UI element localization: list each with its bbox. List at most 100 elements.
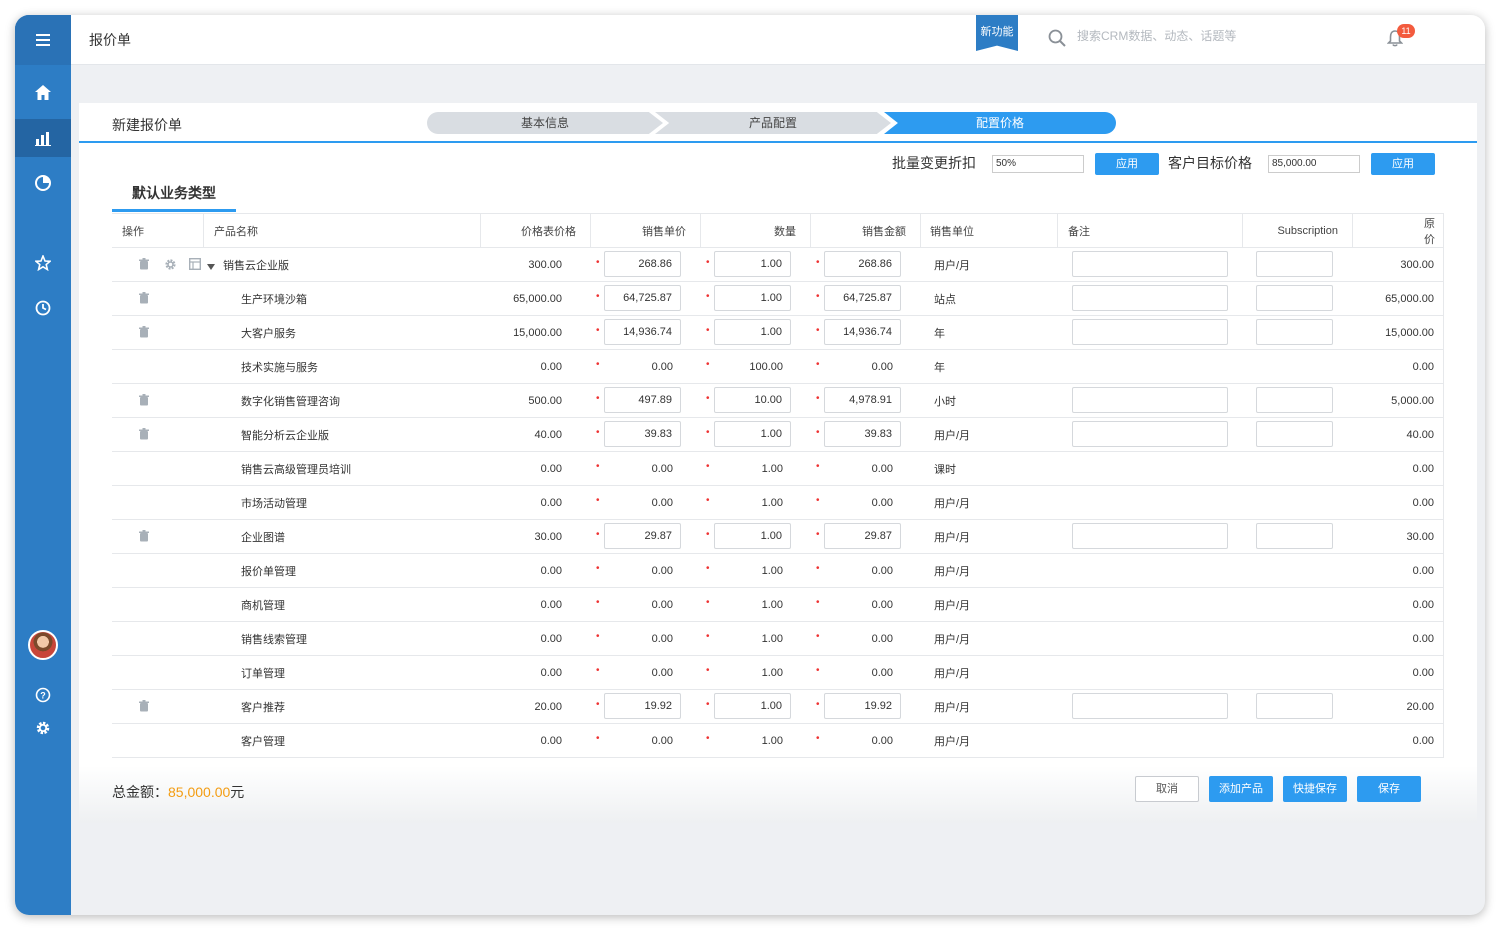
quantity-input[interactable]: 1.00 xyxy=(714,251,791,277)
unit-price-input[interactable]: 39.83 xyxy=(604,421,681,447)
search-icon[interactable] xyxy=(1048,29,1066,47)
sidebar-item-reports[interactable] xyxy=(15,119,71,157)
required-marker: • xyxy=(706,461,710,472)
list-price: 65,000.00 xyxy=(513,292,562,305)
subscription-input[interactable] xyxy=(1256,387,1333,413)
quantity: 1.00 xyxy=(761,564,783,577)
table-row: 智能分析云企业版 40.00 • • • 39.83 1.00 39.83 用户/月 40.00 xyxy=(112,418,1443,452)
unit-price-input[interactable]: 268.86 xyxy=(604,251,681,277)
subscription-input[interactable] xyxy=(1256,251,1333,277)
required-marker: • xyxy=(706,325,710,336)
required-marker: • xyxy=(596,563,600,574)
delete-icon[interactable] xyxy=(138,326,150,341)
required-marker: • xyxy=(816,665,820,676)
original-price: 300.00 xyxy=(1400,258,1434,271)
subscription-input[interactable] xyxy=(1256,523,1333,549)
step-product-config[interactable]: 产品配置 xyxy=(655,112,891,134)
sidebar-item-favorites[interactable] xyxy=(15,244,71,282)
quantity-input[interactable]: 1.00 xyxy=(714,693,791,719)
add-product-button[interactable]: 添加产品 xyxy=(1209,776,1273,802)
search-input[interactable] xyxy=(1077,29,1327,43)
delete-icon[interactable] xyxy=(138,292,150,307)
list-price: 40.00 xyxy=(534,428,562,441)
original-price: 0.00 xyxy=(1412,496,1434,509)
new-feature-ribbon[interactable]: 新功能 xyxy=(976,15,1018,51)
remarks-input[interactable] xyxy=(1072,319,1228,345)
cancel-button[interactable]: 取消 xyxy=(1135,776,1199,802)
subscription-input[interactable] xyxy=(1256,693,1333,719)
subscription-input[interactable] xyxy=(1256,319,1333,345)
quantity-input[interactable]: 1.00 xyxy=(714,319,791,345)
delete-icon[interactable] xyxy=(138,700,150,715)
sidebar-item-home[interactable] xyxy=(15,73,71,111)
required-marker: • xyxy=(816,699,820,710)
unit-price-input[interactable]: 64,725.87 xyxy=(604,285,681,311)
quantity: 1.00 xyxy=(761,632,783,645)
quantity: 1.00 xyxy=(761,734,783,747)
bundle-table-icon[interactable] xyxy=(188,257,202,273)
original-price: 40.00 xyxy=(1406,428,1434,441)
save-button[interactable]: 保存 xyxy=(1357,776,1421,802)
delete-icon[interactable] xyxy=(138,530,150,545)
remarks-input[interactable] xyxy=(1072,523,1228,549)
sidebar-item-analytics[interactable] xyxy=(15,164,71,202)
apply-discount-button[interactable]: 应用 xyxy=(1095,153,1159,175)
tab-default-business-type[interactable]: 默认业务类型 xyxy=(112,183,236,212)
sidebar-item-settings[interactable] xyxy=(15,709,71,747)
quantity-input[interactable]: 1.00 xyxy=(714,523,791,549)
subscription-input[interactable] xyxy=(1256,285,1333,311)
required-marker: • xyxy=(596,529,600,540)
batch-discount-input[interactable]: 50% xyxy=(992,155,1084,173)
product-name: 商机管理 xyxy=(241,599,285,612)
unit-price-input[interactable]: 14,936.74 xyxy=(604,319,681,345)
remarks-input[interactable] xyxy=(1072,421,1228,447)
quick-save-button[interactable]: 快捷保存 xyxy=(1283,776,1347,802)
original-price: 20.00 xyxy=(1406,700,1434,713)
amount-input[interactable]: 64,725.87 xyxy=(824,285,901,311)
remarks-input[interactable] xyxy=(1072,251,1228,277)
collapse-caret-icon[interactable] xyxy=(207,261,215,273)
remarks-input[interactable] xyxy=(1072,693,1228,719)
configure-icon[interactable] xyxy=(164,258,177,274)
unit-price-input[interactable]: 497.89 xyxy=(604,387,681,413)
delete-icon[interactable] xyxy=(138,258,150,273)
required-marker: • xyxy=(816,631,820,642)
required-marker: • xyxy=(816,529,820,540)
product-name: 生产环境沙箱 xyxy=(241,293,307,306)
amount-input[interactable]: 268.86 xyxy=(824,251,901,277)
delete-icon[interactable] xyxy=(138,428,150,443)
star-icon xyxy=(35,255,51,271)
remarks-input[interactable] xyxy=(1072,387,1228,413)
apply-target-price-button[interactable]: 应用 xyxy=(1371,153,1435,175)
unit-price-input[interactable]: 29.87 xyxy=(604,523,681,549)
user-avatar[interactable] xyxy=(28,630,58,660)
original-price: 65,000.00 xyxy=(1385,292,1434,305)
quantity: 1.00 xyxy=(761,598,783,611)
unit-price-input[interactable]: 19.92 xyxy=(604,693,681,719)
unit-price: 0.00 xyxy=(651,632,673,645)
required-marker: • xyxy=(816,257,820,268)
total-amount: 总金额：85,000.00元 xyxy=(112,782,244,802)
menu-toggle-button[interactable] xyxy=(15,15,71,65)
step-basic-info[interactable]: 基本信息 xyxy=(427,112,663,134)
sidebar-item-recent[interactable] xyxy=(15,289,71,327)
quantity-input[interactable]: 1.00 xyxy=(714,421,791,447)
target-price-input[interactable]: 85,000.00 xyxy=(1268,155,1360,173)
quantity-input[interactable]: 1.00 xyxy=(714,285,791,311)
quantity: 1.00 xyxy=(761,666,783,679)
amount-input[interactable]: 29.87 xyxy=(824,523,901,549)
amount-input[interactable]: 14,936.74 xyxy=(824,319,901,345)
delete-icon[interactable] xyxy=(138,394,150,409)
amount-input[interactable]: 4,978.91 xyxy=(824,387,901,413)
step-price-config[interactable]: 配置价格 xyxy=(884,112,1116,134)
subscription-input[interactable] xyxy=(1256,421,1333,447)
required-marker: • xyxy=(596,257,600,268)
table-row: 大客户服务 15,000.00 • • • 14,936.74 1.00 14,936.74 年… xyxy=(112,316,1443,350)
amount-input[interactable]: 19.92 xyxy=(824,693,901,719)
quantity-input[interactable]: 10.00 xyxy=(714,387,791,413)
col-amount: 销售金额 xyxy=(862,225,906,238)
required-marker: • xyxy=(596,427,600,438)
required-marker: • xyxy=(706,427,710,438)
amount-input[interactable]: 39.83 xyxy=(824,421,901,447)
remarks-input[interactable] xyxy=(1072,285,1228,311)
